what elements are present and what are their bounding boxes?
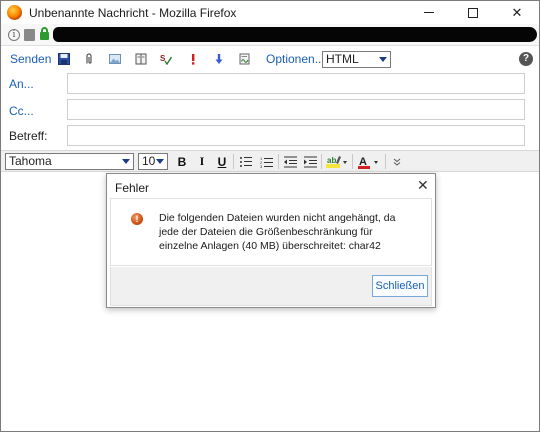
to-label[interactable]: An... [9, 77, 34, 91]
dialog-body: ! Die folgenden Dateien wurden nicht ang… [110, 198, 432, 266]
numbered-list-icon: 1 2 3 [260, 156, 273, 168]
url-bar: i [1, 24, 539, 46]
dialog-footer: Schließen [110, 267, 432, 306]
underline-button[interactable]: U [215, 153, 229, 170]
to-field[interactable] [67, 73, 525, 94]
cc-field[interactable] [67, 99, 525, 120]
dialog-title: Fehler [115, 181, 150, 195]
outdent-button[interactable] [283, 153, 297, 170]
font-color-button[interactable]: A [357, 153, 381, 170]
font-select-value: Tahoma [9, 154, 52, 168]
send-button[interactable]: Senden [10, 52, 51, 66]
toolbar-divider [278, 154, 279, 169]
options-button[interactable]: Optionen... [266, 52, 325, 66]
image-icon[interactable] [109, 53, 121, 65]
toolbar-divider [233, 154, 234, 169]
url-field-redacted[interactable] [53, 27, 537, 42]
format-toolbar: Tahoma 10 B I U 1 2 3 ab A [1, 150, 539, 172]
bullet-list-button[interactable] [239, 153, 253, 170]
highlight-color-button[interactable]: ab [326, 153, 348, 170]
format-select[interactable]: HTML [322, 51, 391, 68]
cc-label[interactable]: Cc... [9, 104, 34, 118]
bold-button[interactable]: B [175, 153, 189, 170]
close-dialog-button[interactable]: Schließen [372, 275, 428, 297]
bullet-list-icon [240, 156, 252, 167]
close-window-button[interactable]: ✕ [495, 1, 539, 24]
svg-text:3: 3 [260, 164, 263, 168]
font-color-icon: A [358, 156, 378, 169]
window-title: Unbenannte Nachricht - Mozilla Firefox [29, 6, 237, 20]
highlighter-icon: ab [326, 155, 347, 168]
font-select[interactable]: Tahoma [5, 153, 134, 170]
indent-icon [303, 156, 317, 167]
chevron-down-icon [375, 52, 390, 67]
format-select-value: HTML [326, 52, 359, 66]
signature-icon[interactable] [239, 53, 251, 65]
compose-toolbar: Senden S Optionen... HTML [1, 47, 539, 71]
error-dialog: Fehler ✕ ! Die folgenden Dateien wurden … [106, 173, 436, 308]
indent-button[interactable] [303, 153, 317, 170]
dialog-message: Die folgenden Dateien wurden nicht angeh… [159, 212, 396, 252]
svg-text:ab: ab [327, 156, 336, 165]
italic-button[interactable]: I [195, 153, 209, 170]
outdent-icon [283, 156, 297, 167]
title-bar: Unbenannte Nachricht - Mozilla Firefox ✕ [1, 1, 539, 24]
maximize-icon [468, 7, 478, 18]
subject-field[interactable] [67, 125, 525, 146]
chevron-down-icon [152, 154, 167, 169]
more-options-button[interactable] [390, 153, 404, 170]
attach-icon[interactable] [83, 53, 95, 65]
priority-high-icon[interactable] [187, 53, 199, 65]
firefox-window: Unbenannte Nachricht - Mozilla Firefox ✕… [0, 0, 540, 432]
close-icon: ✕ [511, 4, 523, 20]
maximize-button[interactable] [451, 1, 495, 24]
double-chevron-down-icon [393, 158, 401, 166]
toolbar-divider [352, 154, 353, 169]
warning-icon: ! [131, 213, 143, 225]
firefox-logo-icon [7, 5, 22, 20]
info-icon[interactable]: i [8, 29, 20, 41]
toolbar-divider [385, 154, 386, 169]
lock-icon [40, 27, 49, 40]
dialog-close-icon[interactable]: ✕ [417, 177, 429, 194]
spellcheck-icon[interactable]: S [160, 53, 172, 65]
priority-low-icon[interactable] [213, 53, 225, 65]
minimize-button[interactable] [407, 1, 451, 24]
chevron-down-icon [118, 154, 133, 169]
save-icon[interactable] [58, 53, 70, 65]
address-book-icon[interactable] [135, 53, 147, 65]
page-icon [24, 29, 35, 41]
minimize-icon [424, 12, 434, 13]
size-select[interactable]: 10 [138, 153, 168, 170]
help-icon[interactable]: ? [519, 52, 533, 66]
toolbar-divider [321, 154, 322, 169]
numbered-list-button[interactable]: 1 2 3 [259, 153, 273, 170]
subject-label: Betreff: [9, 129, 48, 143]
